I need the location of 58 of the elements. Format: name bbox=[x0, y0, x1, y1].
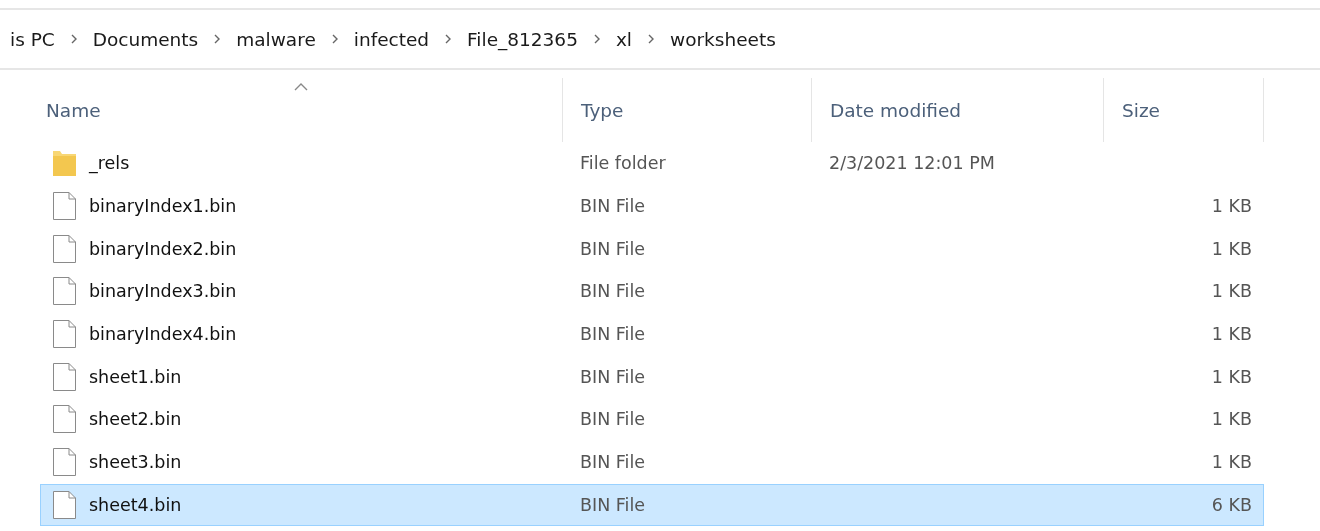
column-header[interactable]: Size bbox=[1103, 78, 1264, 142]
column-header[interactable]: Name bbox=[40, 78, 562, 142]
sort-caret-icon bbox=[294, 82, 308, 91]
breadcrumb-item[interactable]: malware bbox=[234, 24, 318, 54]
file-type: BIN File bbox=[580, 237, 646, 261]
file-type: BIN File bbox=[580, 323, 646, 347]
file-icon bbox=[52, 361, 77, 392]
file-row[interactable]: sheet1.bin BIN File 1 KB bbox=[40, 355, 1264, 399]
column-header[interactable]: Date modified bbox=[811, 78, 1103, 142]
file-size: 1 KB bbox=[1211, 365, 1252, 389]
file-name: binaryIndex4.bin bbox=[89, 323, 237, 347]
breadcrumb-item[interactable]: is PC bbox=[8, 24, 57, 54]
file-name: sheet3.bin bbox=[89, 451, 182, 475]
file-type: BIN File bbox=[580, 195, 646, 219]
file-name: binaryIndex1.bin bbox=[89, 195, 237, 219]
breadcrumb-item[interactable]: File_812365 bbox=[465, 24, 580, 54]
breadcrumb-item[interactable]: worksheets bbox=[668, 24, 778, 54]
file-name: sheet1.bin bbox=[89, 365, 182, 389]
file-name: _rels bbox=[89, 152, 130, 176]
column-header[interactable]: Type bbox=[562, 78, 811, 142]
file-type: BIN File bbox=[580, 493, 646, 517]
breadcrumb-item[interactable]: Documents bbox=[90, 24, 201, 54]
file-name: sheet2.bin bbox=[89, 408, 182, 432]
date-modified: 2/3/2021 12:01 PM bbox=[829, 152, 995, 176]
file-row[interactable]: binaryIndex2.bin BIN File 1 KB bbox=[40, 227, 1264, 271]
file-size: 1 KB bbox=[1211, 280, 1252, 304]
file-icon bbox=[52, 447, 77, 478]
file-icon bbox=[52, 276, 77, 307]
file-row[interactable]: sheet3.bin BIN File 1 KB bbox=[40, 440, 1264, 484]
file-icon bbox=[52, 404, 77, 435]
file-size: 6 KB bbox=[1211, 493, 1252, 517]
file-size: 1 KB bbox=[1211, 323, 1252, 347]
file-type: BIN File bbox=[580, 408, 646, 432]
file-type: File folder bbox=[580, 152, 666, 176]
file-icon bbox=[52, 489, 77, 520]
file-icon bbox=[52, 191, 77, 222]
folder-icon bbox=[52, 148, 77, 179]
file-name: binaryIndex3.bin bbox=[89, 280, 237, 304]
breadcrumb-item[interactable]: infected bbox=[351, 24, 432, 54]
file-size: 1 KB bbox=[1211, 195, 1252, 219]
file-type: BIN File bbox=[580, 280, 646, 304]
file-name: sheet4.bin bbox=[89, 493, 182, 517]
file-icon bbox=[52, 319, 77, 350]
file-name: binaryIndex2.bin bbox=[89, 237, 237, 261]
file-type: BIN File bbox=[580, 365, 646, 389]
file-size: 1 KB bbox=[1211, 451, 1252, 475]
file-row[interactable]: sheet2.bin BIN File 1 KB bbox=[40, 398, 1264, 441]
chevron-icon[interactable] bbox=[646, 33, 656, 45]
file-row[interactable]: sheet4.bin BIN File 6 KB bbox=[40, 483, 1264, 527]
file-size: 1 KB bbox=[1211, 237, 1252, 261]
file-row[interactable]: _rels File folder 2/3/2021 12:01 PM bbox=[40, 142, 1264, 185]
file-size: 1 KB bbox=[1211, 408, 1252, 432]
file-row[interactable]: binaryIndex3.bin BIN File 1 KB bbox=[40, 270, 1264, 313]
file-row[interactable]: binaryIndex4.bin BIN File 1 KB bbox=[40, 312, 1264, 356]
file-row[interactable]: binaryIndex1.bin BIN File 1 KB bbox=[40, 184, 1264, 228]
breadcrumb-item[interactable]: xl bbox=[613, 24, 634, 54]
file-icon bbox=[52, 233, 77, 264]
file-type: BIN File bbox=[580, 451, 646, 475]
